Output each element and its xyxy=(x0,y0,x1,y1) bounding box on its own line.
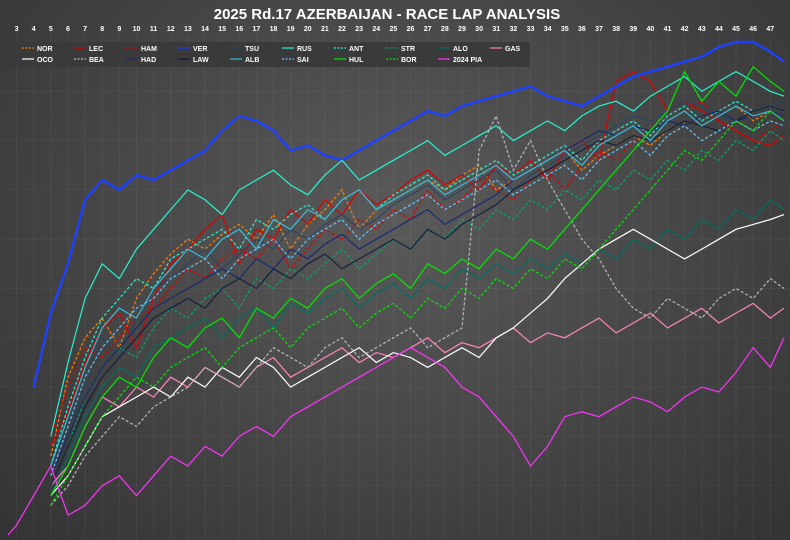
legend-label: BOR xyxy=(401,57,417,64)
legend-label: ALO xyxy=(453,46,468,53)
x-tick-label: 47 xyxy=(766,26,774,33)
x-tick-label: 27 xyxy=(424,26,432,33)
x-tick-label: 36 xyxy=(578,26,586,33)
x-tick-label: 19 xyxy=(287,26,295,33)
x-tick-label: 21 xyxy=(321,26,329,33)
legend-label: VER xyxy=(193,46,207,53)
legend-label: ANT xyxy=(349,46,364,53)
legend-label: TSU xyxy=(245,46,259,53)
x-tick-label: 9 xyxy=(117,26,121,33)
legend-label: STR xyxy=(401,46,415,53)
x-tick-label: 14 xyxy=(201,26,209,33)
x-tick-label: 43 xyxy=(698,26,706,33)
legend-label: HAM xyxy=(141,46,157,53)
chart-grid xyxy=(0,34,790,540)
x-tick-label: 6 xyxy=(66,26,70,33)
x-tick-label: 4 xyxy=(32,26,36,33)
legend-label: HUL xyxy=(349,57,364,64)
x-tick-label: 13 xyxy=(184,26,192,33)
x-tick-label: 33 xyxy=(527,26,535,33)
series-line-str xyxy=(50,129,785,486)
x-tick-label: 37 xyxy=(595,26,603,33)
series-line-alo xyxy=(50,198,785,496)
x-tick-label: 7 xyxy=(83,26,87,33)
x-tick-label: 39 xyxy=(629,26,637,33)
series-line-oco xyxy=(50,214,785,496)
x-tick-label: 5 xyxy=(49,26,53,33)
legend-label: BEA xyxy=(89,57,104,64)
legend-label: OCO xyxy=(37,57,54,64)
x-tick-label: 22 xyxy=(338,26,346,33)
x-tick-label: 18 xyxy=(270,26,278,33)
legend-label: LAW xyxy=(193,57,209,64)
series-line-sai xyxy=(50,120,785,476)
legend-label: GAS xyxy=(505,46,521,53)
x-tick-label: 16 xyxy=(235,26,243,33)
x-tick-label: 23 xyxy=(355,26,363,33)
x-tick-label: 11 xyxy=(150,26,158,33)
x-tick-label: 45 xyxy=(732,26,740,33)
x-tick-label: 8 xyxy=(100,26,104,33)
series-line-alb xyxy=(50,105,785,467)
x-tick-label: 42 xyxy=(681,26,689,33)
x-tick-label: 41 xyxy=(664,26,672,33)
legend-label: SAI xyxy=(297,57,309,64)
legend-label: HAD xyxy=(141,57,156,64)
x-tick-label: 24 xyxy=(372,26,380,33)
x-tick-label: 46 xyxy=(749,26,757,33)
x-tick-label: 44 xyxy=(715,26,723,33)
series-line-lec xyxy=(50,70,785,447)
x-tick-label: 31 xyxy=(492,26,500,33)
x-tick-label: 38 xyxy=(612,26,620,33)
x-tick-label: 12 xyxy=(167,26,175,33)
series-line-hul xyxy=(50,65,785,496)
x-axis-ticks: 3 4 5 6 7 8 9 10 11 12 13 14 15 16 17 18 19 20 21 22 23 24 25 2… xyxy=(15,26,775,33)
x-tick-label: 26 xyxy=(407,26,415,33)
x-tick-label: 40 xyxy=(646,26,654,33)
x-tick-label: 10 xyxy=(133,26,141,33)
legend-label: LEC xyxy=(89,46,103,53)
legend-label: RUS xyxy=(297,46,312,53)
x-tick-label: 34 xyxy=(544,26,552,33)
x-tick-label: 28 xyxy=(441,26,449,33)
x-tick-label: 29 xyxy=(458,26,466,33)
x-tick-label: 20 xyxy=(304,26,312,33)
series-line-had xyxy=(50,110,785,477)
series-line-bor xyxy=(50,110,785,506)
x-tick-label: 15 xyxy=(218,26,226,33)
x-tick-label: 35 xyxy=(561,26,569,33)
series-line-gas xyxy=(50,302,785,487)
series-line-ham xyxy=(50,100,785,437)
legend-label: ALB xyxy=(245,57,259,64)
series-line-ver xyxy=(32,40,785,388)
legend-label: NOR xyxy=(37,46,53,53)
x-tick-label: 32 xyxy=(509,26,517,33)
x-tick-label: 30 xyxy=(475,26,483,33)
x-tick-label: 25 xyxy=(390,26,398,33)
chart-title: 2025 Rd.17 AZERBAIJAN - RACE LAP ANALYSI… xyxy=(214,6,560,23)
lap-analysis-chart: 3 4 5 6 7 8 9 10 11 12 13 14 15 16 17 18 19 20 21 22 23 24 25 2… xyxy=(0,6,790,540)
legend-background xyxy=(0,42,530,67)
x-tick-label: 17 xyxy=(252,26,260,33)
series-line-law xyxy=(50,105,785,486)
legend-label: 2024 PIA xyxy=(453,57,482,64)
x-tick-label: 3 xyxy=(15,26,19,33)
